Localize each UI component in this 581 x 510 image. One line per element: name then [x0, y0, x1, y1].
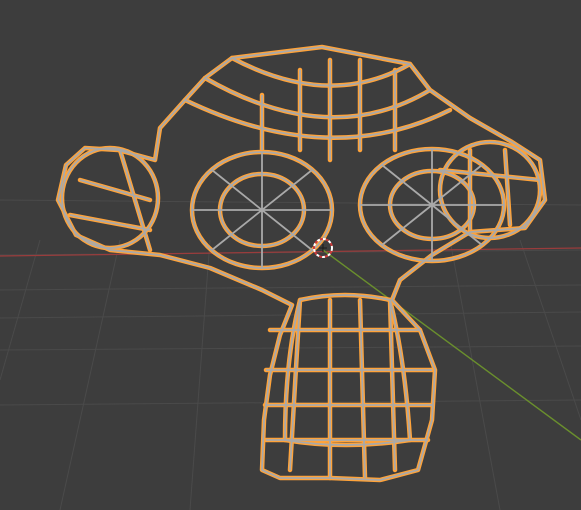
viewport-canvas[interactable]	[0, 0, 581, 510]
x-axis-line	[0, 247, 581, 257]
wireframe-monkey-outline[interactable]	[55, 44, 548, 483]
3d-viewport[interactable]	[0, 0, 581, 510]
